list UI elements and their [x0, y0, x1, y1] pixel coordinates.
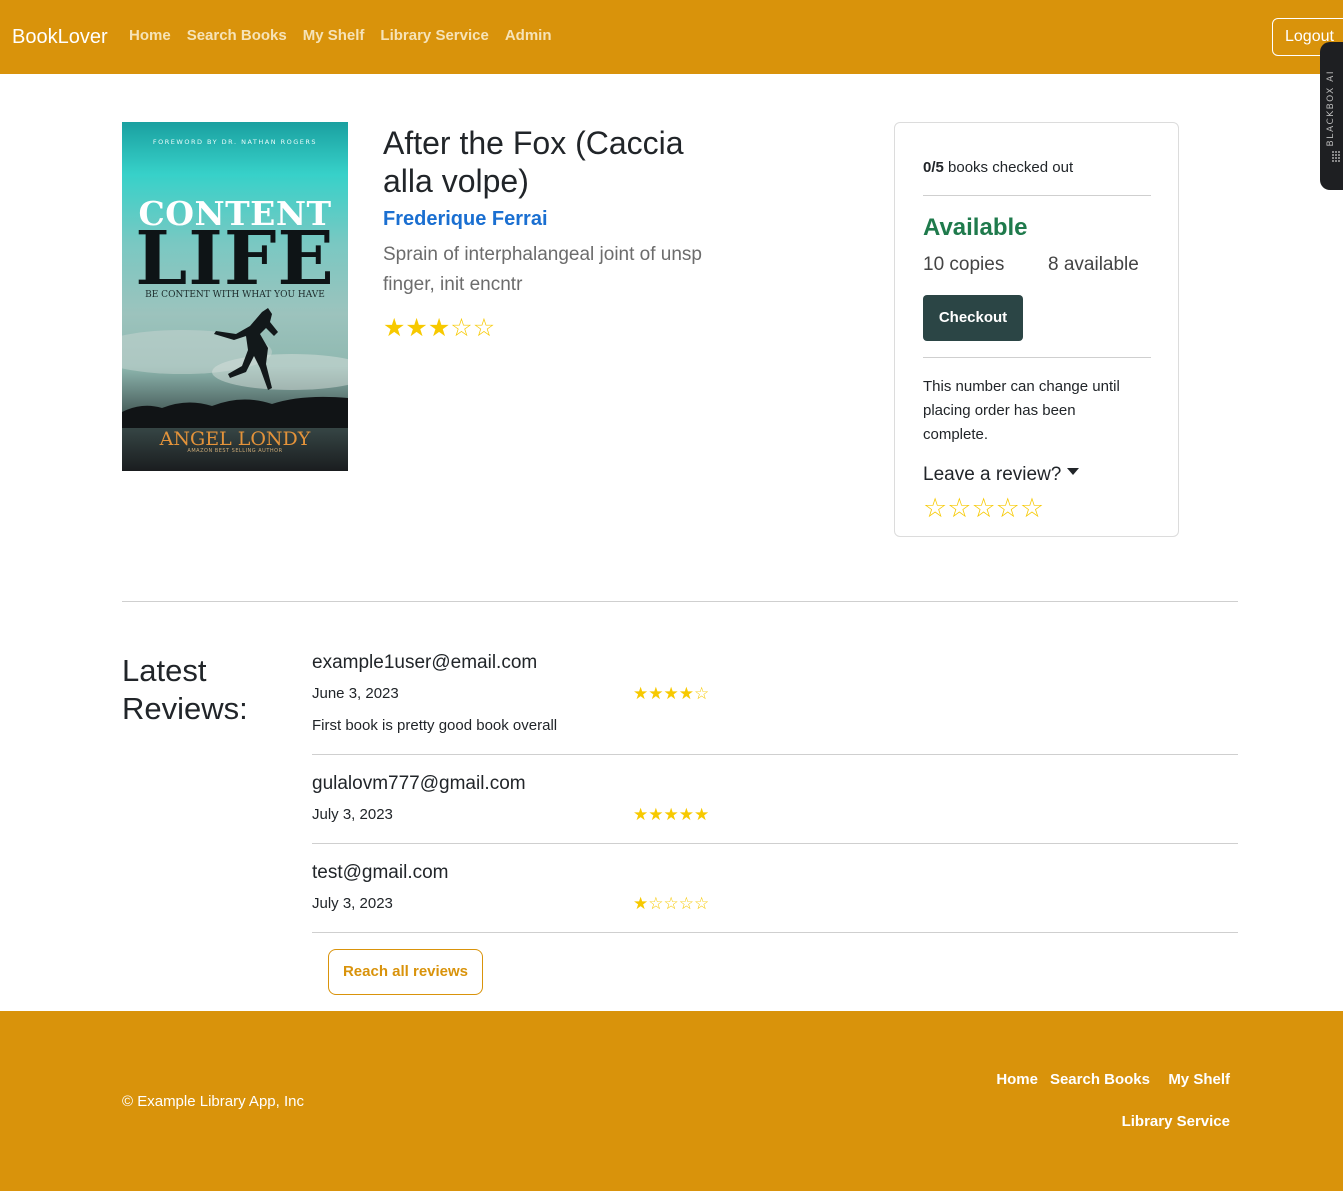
- review-rating-input[interactable]: ☆ ☆ ☆ ☆ ☆: [923, 495, 1044, 522]
- caret-down-icon: [1067, 468, 1080, 476]
- review-item: example1user@email.com June 3, 2023 ★ ★ ★ ★…: [312, 652, 1238, 755]
- book-title: After the Fox (Caccia alla volpe): [383, 125, 684, 199]
- star-filled-icon: ★: [678, 684, 694, 703]
- nav-link-library-service[interactable]: Library Service: [380, 27, 488, 44]
- footer: © Example Library App, Inc Home Search B…: [0, 1011, 1343, 1191]
- star-filled-icon: ★: [633, 684, 649, 703]
- footer-link-search-books[interactable]: Search Books: [1050, 1071, 1150, 1088]
- review-divider: [312, 754, 1238, 755]
- star-empty-icon: ☆: [472, 314, 496, 342]
- blackbox-dots-icon: [1332, 151, 1340, 162]
- star-filled-icon: ★: [648, 684, 664, 703]
- blackbox-ai-label: BLACKBOX AI: [1326, 70, 1336, 147]
- book-author: Frederique Ferrai: [383, 208, 548, 230]
- star-empty-icon: ☆: [663, 894, 679, 913]
- star-empty-icon: ☆: [694, 894, 710, 913]
- section-divider: [122, 601, 1238, 602]
- available-count: 8 available: [1048, 254, 1139, 275]
- review-rating-stars: ★ ★ ★ ★ ☆: [633, 685, 709, 702]
- review-text: First book is pretty good book overall: [312, 717, 558, 734]
- review-date: July 3, 2023: [312, 806, 393, 823]
- checkout-note: This number can change until placing ord…: [923, 378, 1120, 443]
- checkout-count-value: 0/5: [923, 159, 944, 176]
- review-divider: [312, 932, 1238, 933]
- nav-link-home[interactable]: Home: [129, 27, 171, 44]
- nav-link-my-shelf[interactable]: My Shelf: [303, 27, 365, 44]
- latest-reviews-heading: Latest Reviews:: [122, 653, 248, 726]
- book-description: Sprain of interphalangeal joint of unsp …: [383, 244, 703, 295]
- blackbox-ai-widget[interactable]: BLACKBOX AI: [1320, 42, 1343, 190]
- star-empty-icon[interactable]: ☆: [947, 495, 971, 522]
- availability-status: Available: [923, 214, 1028, 241]
- nav-links: Home Search Books My Shelf Library Servi…: [129, 27, 552, 44]
- cover-foreword: FOREWORD BY DR. NATHAN ROGERS: [152, 138, 318, 146]
- star-filled-icon: ★: [694, 805, 710, 824]
- star-filled-icon: ★: [633, 805, 649, 824]
- review-email: example1user@email.com: [312, 652, 538, 673]
- star-filled-icon: ★: [633, 894, 649, 913]
- star-filled-icon: ★: [663, 805, 679, 824]
- star-filled-icon: ★: [663, 684, 679, 703]
- star-empty-icon: ☆: [648, 894, 664, 913]
- cover-tagline: AMAZON BEST SELLING AUTHOR: [187, 448, 283, 454]
- star-filled-icon: ★: [427, 314, 451, 342]
- star-empty-icon: ☆: [450, 314, 473, 342]
- card-divider: [923, 357, 1151, 358]
- star-filled-icon: ★: [405, 314, 428, 342]
- navbar: BookLover Home Search Books My Shelf Lib…: [0, 0, 1343, 74]
- footer-link-library-service[interactable]: Library Service: [1122, 1113, 1230, 1130]
- nav-link-search-books[interactable]: Search Books: [187, 27, 287, 44]
- star-empty-icon[interactable]: ☆: [1020, 495, 1044, 522]
- review-date: June 3, 2023: [312, 685, 399, 702]
- review-rating-stars: ★ ★ ★ ★ ★: [633, 806, 709, 823]
- card-divider: [923, 195, 1151, 196]
- copies-count: 10 copies: [923, 254, 1005, 275]
- star-empty-icon: ☆: [694, 684, 710, 703]
- checkout-count-label: books checked out: [943, 159, 1074, 176]
- review-date: July 3, 2023: [312, 895, 393, 912]
- star-empty-icon[interactable]: ☆: [923, 495, 947, 522]
- checkout-card: 0/5 books checked out Available 10 copie…: [894, 122, 1179, 537]
- review-email: gulalovm777@gmail.com: [312, 773, 526, 794]
- star-empty-icon: ☆: [678, 894, 694, 913]
- brand-logo[interactable]: BookLover: [12, 26, 108, 49]
- star-filled-icon: ★: [383, 314, 406, 342]
- review-item: gulalovm777@gmail.com July 3, 2023 ★ ★ ★ ★ ★: [312, 773, 1238, 844]
- cover-subtitle: BE CONTENT WITH WHAT YOU HAVE: [145, 290, 325, 300]
- book-cover-image: FOREWORD BY DR. NATHAN ROGERS CONTENT LI…: [122, 122, 348, 471]
- star-empty-icon[interactable]: ☆: [971, 495, 995, 522]
- star-filled-icon: ★: [648, 805, 664, 824]
- review-email: test@gmail.com: [312, 862, 449, 883]
- reach-all-reviews-button[interactable]: Reach all reviews: [328, 949, 483, 995]
- cover-author: ANGEL LONDY: [159, 428, 311, 450]
- review-rating-stars: ★ ☆ ☆ ☆ ☆: [633, 895, 709, 912]
- leave-review-dropdown[interactable]: Leave a review?: [923, 464, 1080, 486]
- nav-link-admin[interactable]: Admin: [505, 27, 552, 44]
- footer-copyright: © Example Library App, Inc: [122, 1093, 304, 1110]
- footer-link-home[interactable]: Home: [996, 1071, 1038, 1088]
- footer-link-my-shelf[interactable]: My Shelf: [1168, 1071, 1230, 1088]
- review-item: test@gmail.com July 3, 2023 ★ ☆ ☆ ☆ ☆: [312, 862, 1238, 933]
- book-rating-stars: ★ ★ ★ ☆ ☆: [383, 316, 495, 341]
- checkout-count: 0/5 books checked out: [923, 159, 1073, 176]
- star-filled-icon: ★: [678, 805, 694, 824]
- star-empty-icon[interactable]: ☆: [996, 495, 1020, 522]
- review-divider: [312, 843, 1238, 844]
- checkout-button[interactable]: Checkout: [923, 295, 1023, 341]
- leave-review-label: Leave a review?: [923, 464, 1062, 485]
